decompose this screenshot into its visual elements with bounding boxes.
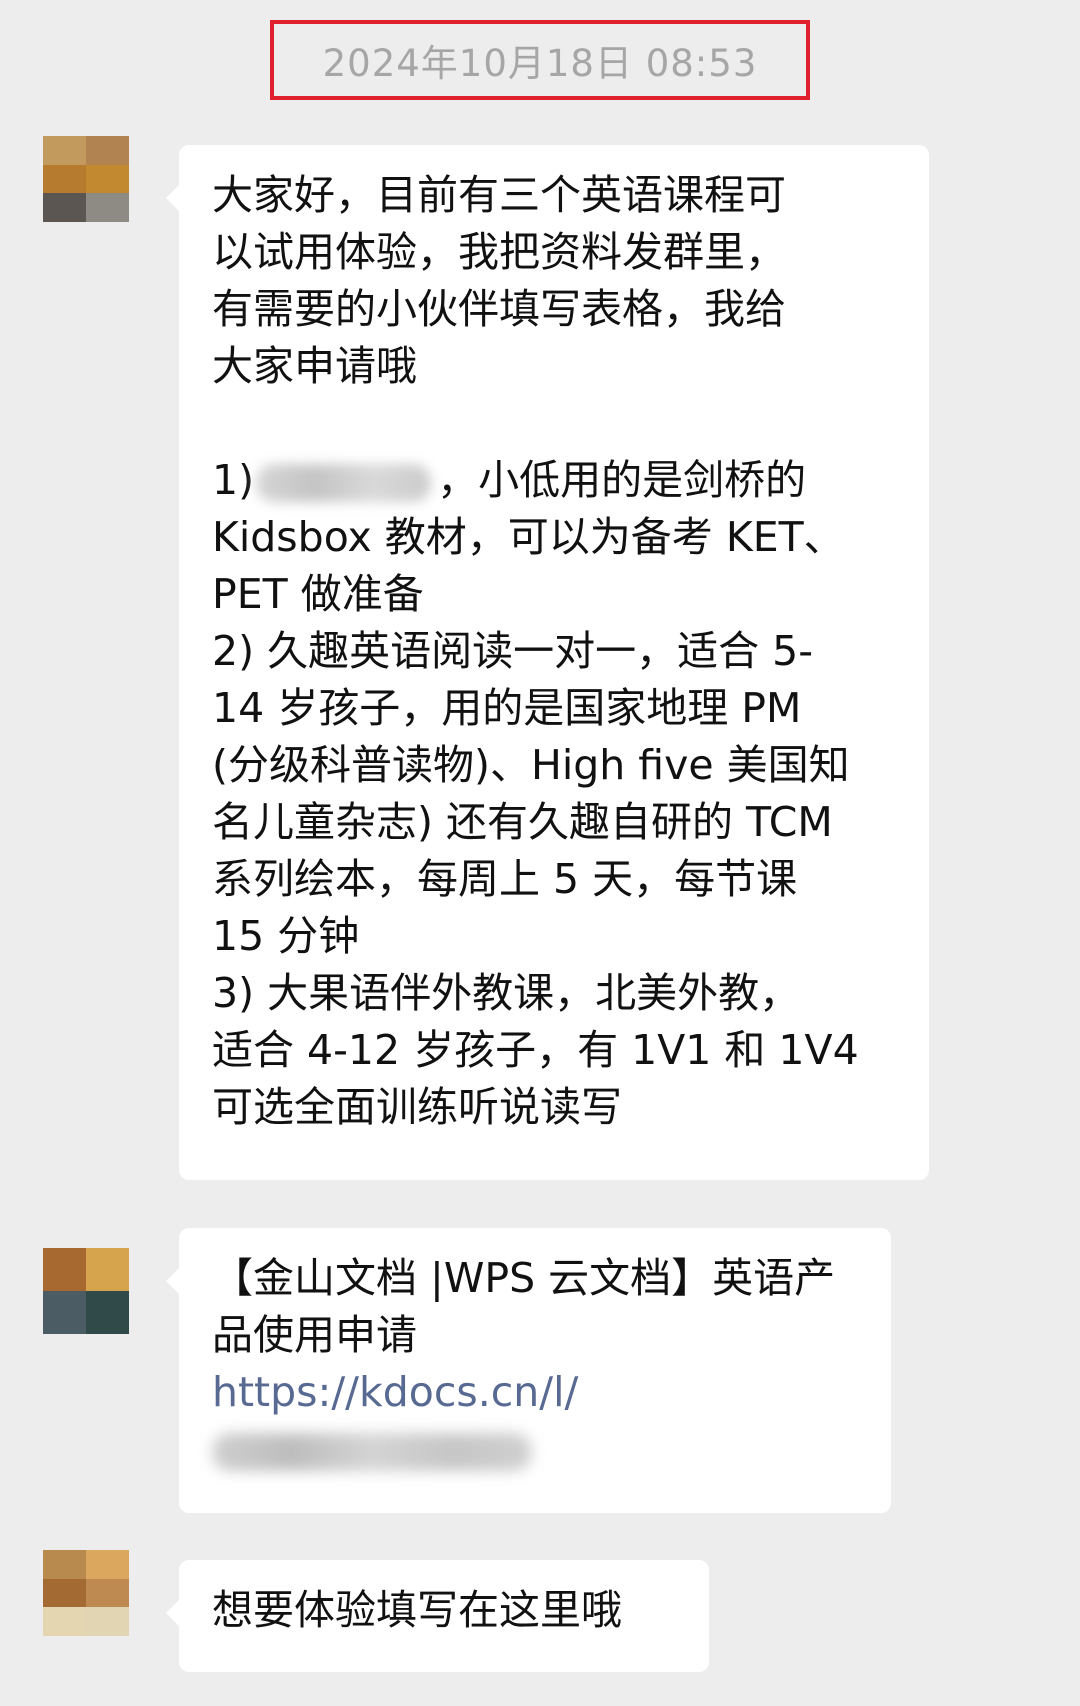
blurred-name: [256, 464, 432, 502]
avatar-cell: [43, 1291, 86, 1334]
link-card-bubble[interactable]: 【金山文档 |WPS 云文档】英语产 品使用申请 https://kdocs.c…: [166, 1228, 891, 1513]
avatar-cell: [86, 1291, 129, 1334]
avatar-cell: [86, 164, 129, 194]
avatar-cell: [86, 1607, 129, 1636]
avatar[interactable]: [43, 1550, 129, 1636]
avatar-cell: [86, 136, 129, 165]
link-card-title: 品使用申请: [212, 1311, 417, 1359]
message-text-line: PET 做准备: [212, 570, 424, 618]
avatar-cell: [43, 1248, 86, 1291]
message-text-line: 系列绘本，每周上 5 天，每节课: [212, 855, 798, 903]
avatar[interactable]: [43, 136, 129, 222]
message-text-line: 14 岁孩子，用的是国家地理 PM: [212, 684, 802, 732]
message-text-line: 2) 久趣英语阅读一对一，适合 5-: [212, 627, 814, 675]
message-text-line: 名儿童杂志) 还有久趣自研的 TCM: [212, 798, 833, 846]
avatar-cell: [43, 193, 86, 222]
message-text-line: 适合 4-12 岁孩子，有 1V1 和 1V4: [212, 1026, 859, 1074]
avatar-cell: [86, 193, 129, 222]
list-item-text: ，小低用的是剑桥的: [437, 456, 807, 504]
avatar-cell: [43, 1607, 86, 1636]
message-timestamp: 2024年10月18日 08:53: [322, 42, 758, 85]
link-card-title: 【金山文档 |WPS 云文档】英语产: [212, 1254, 836, 1302]
avatar-cell: [43, 1578, 86, 1608]
avatar-cell: [43, 164, 86, 194]
message-bubble[interactable]: 想要体验填写在这里哦: [166, 1560, 709, 1672]
avatar-cell: [86, 1578, 129, 1608]
message-text-line: 想要体验填写在这里哦: [212, 1586, 622, 1634]
document-link[interactable]: https://kdocs.cn/l/: [212, 1364, 861, 1421]
blurred-link-path: [212, 1433, 532, 1471]
message-bubble[interactable]: 大家好，目前有三个英语课程可 以试用体验，我把资料发群里， 有需要的小伙伴填写表…: [166, 145, 929, 1180]
avatar[interactable]: [43, 1248, 129, 1334]
list-number: 1): [212, 456, 255, 504]
message-text-line: 15 分钟: [212, 912, 360, 960]
message-text-line: 可选全面训练听说读写: [212, 1083, 622, 1131]
message-text-line: 大家申请哦: [212, 342, 417, 390]
message-text-line: (分级科普读物)、High five 美国知: [212, 741, 850, 789]
timestamp-highlight-box: 2024年10月18日 08:53: [270, 20, 810, 100]
message-text-line: 3) 大果语伴外教课，北美外教，: [212, 969, 801, 1017]
message-text-line: Kidsbox 教材，可以为备考 KET、: [212, 513, 845, 561]
message-text-line: 有需要的小伙伴填写表格，我给: [212, 285, 786, 333]
message-text-line: 大家好，目前有三个英语课程可: [212, 171, 786, 219]
avatar-cell: [43, 136, 86, 165]
message-text-line: 1) ，小低用的是剑桥的: [212, 452, 899, 509]
message-text-line: 以试用体验，我把资料发群里，: [212, 228, 786, 276]
avatar-cell: [86, 1550, 129, 1579]
avatar-cell: [86, 1248, 129, 1291]
avatar-cell: [43, 1550, 86, 1579]
